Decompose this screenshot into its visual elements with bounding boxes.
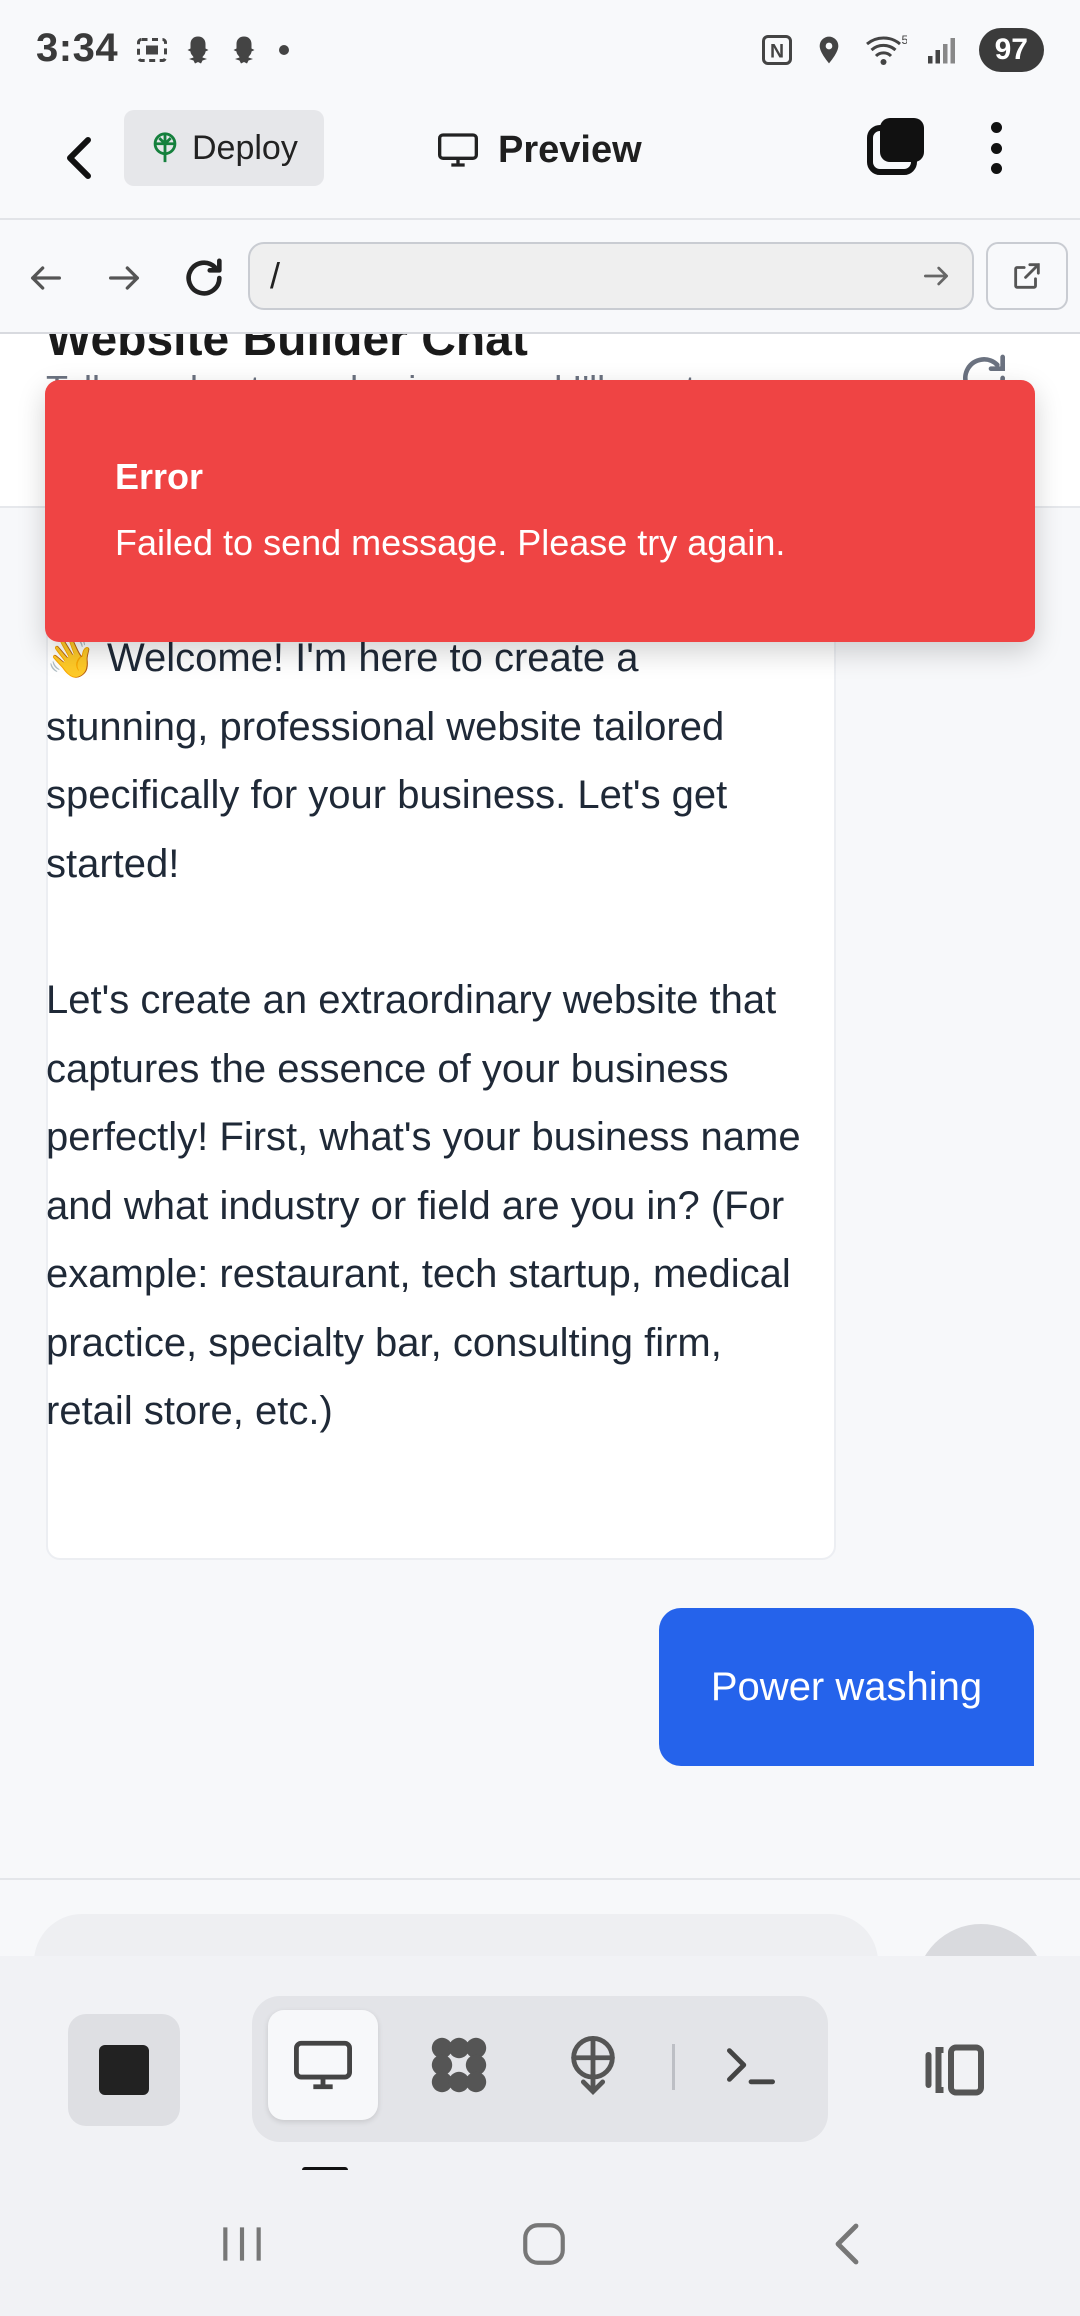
- battery-indicator: 97: [978, 28, 1044, 72]
- wave-icon: 👋: [46, 636, 96, 680]
- back-button[interactable]: [52, 122, 108, 194]
- apps-tab[interactable]: [404, 2010, 514, 2120]
- more-options-icon[interactable]: [976, 118, 1016, 178]
- stop-button[interactable]: [68, 2014, 180, 2126]
- terminal-icon: [727, 2048, 775, 2085]
- toast-message: Failed to send message. Please try again…: [115, 522, 786, 563]
- page-title: Website Builder Chat: [46, 334, 528, 366]
- chevron-left-icon: [67, 137, 91, 179]
- recents-icon: [223, 2227, 261, 2261]
- arrow-left-icon: [30, 266, 61, 290]
- preview-label: Preview: [498, 128, 642, 171]
- assistant-paragraph: Let's create an extraordinary website th…: [46, 978, 801, 1433]
- panel-toggle-button[interactable]: [910, 2014, 1002, 2126]
- deploy-button[interactable]: Deploy: [124, 110, 324, 186]
- reload-icon: [186, 258, 222, 296]
- external-link-icon: [1014, 263, 1040, 289]
- monitor-icon: [294, 2040, 352, 2090]
- monitor-tab[interactable]: [268, 2010, 378, 2120]
- deploy-icon: [153, 132, 177, 163]
- status-time: 3:34: [36, 26, 119, 70]
- app-header: Deploy Preview: [0, 100, 1080, 220]
- snapchat-icon: [233, 36, 255, 64]
- message-input[interactable]: [34, 1914, 878, 1956]
- browser-forward-button[interactable]: [96, 250, 152, 306]
- home-icon: [523, 2223, 565, 2265]
- network-type: 5: [901, 33, 907, 47]
- assistant-message-text: 👋 Welcome! I'm here to create a stunning…: [46, 624, 806, 1446]
- stop-icon: [99, 2045, 149, 2095]
- tabs-icon[interactable]: [866, 116, 926, 176]
- monitor-icon: [438, 133, 478, 167]
- assistant-paragraph: 👋 Welcome! I'm here to create a stunning…: [46, 636, 728, 886]
- system-icons: N 5 97: [759, 28, 1044, 72]
- open-external-button[interactable]: [986, 242, 1068, 310]
- error-toast[interactable]: Error Failed to send message. Please try…: [45, 380, 1035, 642]
- svg-text:N: N: [770, 41, 784, 63]
- apps-icon: [431, 2037, 487, 2093]
- recents-button[interactable]: [202, 2204, 282, 2284]
- notification-icons: [134, 30, 296, 70]
- toast-title: Error: [115, 456, 204, 497]
- deploy-icon: [571, 2035, 615, 2096]
- send-button[interactable]: [916, 1924, 1046, 1956]
- system-navigation-bar: [0, 2170, 1080, 2316]
- panel-toggle-icon: [925, 2044, 984, 2096]
- system-back-button[interactable]: [806, 2204, 886, 2284]
- preview-tab[interactable]: Preview: [436, 120, 642, 180]
- bottom-dock: [0, 1956, 1080, 2173]
- nfc-icon: N: [761, 35, 792, 65]
- url-input[interactable]: /: [248, 242, 974, 310]
- dot-icon: [279, 45, 289, 55]
- wifi-icon: 5: [865, 33, 907, 65]
- browser-back-button[interactable]: [18, 250, 74, 306]
- deploy-label: Deploy: [192, 128, 298, 167]
- url-text: /: [270, 255, 281, 296]
- browser-toolbar: /: [0, 220, 1080, 334]
- user-message: Power washing: [659, 1608, 1034, 1766]
- snapchat-icon: [187, 36, 209, 64]
- location-icon: [819, 36, 838, 64]
- reload-button[interactable]: [176, 250, 232, 306]
- go-arrow-icon[interactable]: [920, 260, 952, 292]
- composer-divider: [0, 1878, 1080, 1880]
- status-bar: 3:34 N 5 97: [0, 0, 1080, 100]
- screenshot-icon: [137, 38, 167, 62]
- view-switcher: [252, 1996, 828, 2142]
- signal-icon: [927, 38, 955, 64]
- terminal-tab[interactable]: [696, 2010, 806, 2120]
- arrow-right-icon: [109, 266, 139, 290]
- home-button[interactable]: [504, 2204, 584, 2284]
- deploy-tab[interactable]: [538, 2010, 648, 2120]
- back-icon: [835, 2223, 859, 2265]
- segment-divider: [672, 2044, 675, 2090]
